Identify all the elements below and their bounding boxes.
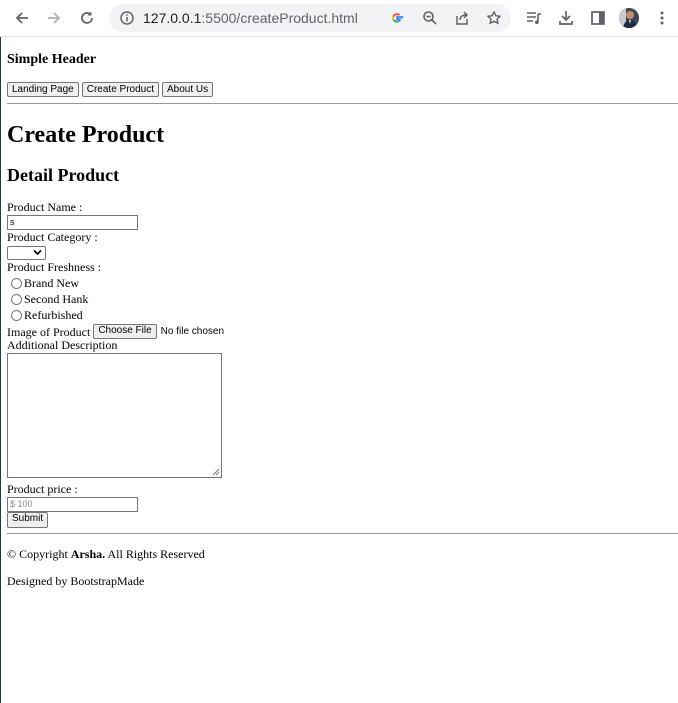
site-info-icon[interactable] — [119, 10, 135, 26]
profile-avatar[interactable] — [619, 8, 639, 28]
product-category-label: Product Category : — [7, 230, 98, 244]
file-status: No file chosen — [160, 325, 225, 337]
nav-landing-page-button[interactable]: Landing Page — [7, 82, 79, 97]
chevron-down-icon — [33, 249, 42, 256]
section-title: Detail Product — [7, 165, 120, 185]
window-edge — [0, 0, 1, 703]
url-host: 127.0.0.1 — [143, 10, 202, 26]
download-icon[interactable] — [554, 6, 578, 30]
side-panel-icon[interactable] — [586, 6, 610, 30]
freshness-option-brand-new[interactable]: Brand New — [11, 276, 79, 290]
media-queue-icon[interactable] — [522, 6, 546, 30]
submit-button[interactable]: Submit — [7, 512, 49, 528]
price-input[interactable]: $ 100 — [7, 497, 138, 512]
nav-bar: Landing Page Create Product About Us — [7, 82, 214, 97]
description-label: Additional Description — [7, 338, 118, 352]
radio-refurbished[interactable] — [11, 309, 22, 321]
radio-brand-new[interactable] — [11, 277, 22, 289]
copyright-suffix: All Rights Reserved — [105, 547, 205, 561]
product-name-input[interactable]: s — [7, 215, 138, 230]
nav-create-product-button[interactable]: Create Product — [81, 82, 159, 97]
image-label: Image of Product — [7, 324, 91, 339]
choose-file-button[interactable]: Choose File — [93, 324, 157, 339]
forward-icon[interactable] — [42, 6, 66, 30]
product-freshness-label: Product Freshness : — [7, 260, 101, 274]
radio-second-hank-label: Second Hank — [24, 292, 89, 306]
site-title: Simple Header — [7, 52, 97, 67]
product-name-label: Product Name : — [7, 200, 83, 214]
footer-divider — [7, 533, 678, 534]
more-menu-icon[interactable] — [650, 6, 674, 30]
price-label: Product price : — [7, 482, 78, 496]
reload-icon[interactable] — [75, 6, 99, 30]
radio-refurbished-label: Refurbished — [24, 308, 83, 322]
url-path: :5500/createProduct.html — [201, 10, 358, 26]
image-upload-row: Image of Product Choose File No file cho… — [7, 324, 224, 339]
share-icon[interactable] — [454, 10, 470, 26]
nav-about-us-button[interactable]: About Us — [162, 82, 214, 97]
address-bar[interactable]: 127.0.0.1:5500/createProduct.html — [109, 4, 511, 32]
freshness-option-second-hank[interactable]: Second Hank — [11, 292, 88, 306]
header-divider — [7, 103, 678, 104]
radio-brand-new-label: Brand New — [24, 276, 79, 290]
freshness-option-refurbished[interactable]: Refurbished — [11, 308, 83, 322]
bookmark-star-icon[interactable] — [486, 10, 502, 26]
copyright-prefix: © Copyright — [7, 547, 71, 561]
resize-handle-icon[interactable] — [212, 468, 220, 476]
product-category-select[interactable] — [7, 246, 46, 260]
back-icon[interactable] — [10, 6, 34, 30]
copyright: © Copyright Arsha. All Rights Reserved — [7, 547, 205, 561]
url-text: 127.0.0.1:5500/createProduct.html — [143, 10, 358, 26]
zoom-out-icon[interactable] — [422, 10, 438, 26]
credits: Designed by BootstrapMade — [7, 574, 145, 588]
google-icon[interactable] — [389, 10, 405, 26]
page-title: Create Product — [7, 122, 165, 148]
description-textarea[interactable] — [7, 353, 222, 478]
browser-toolbar: 127.0.0.1:5500/createProduct.html — [0, 0, 678, 37]
radio-second-hank[interactable] — [11, 293, 22, 305]
copyright-brand: Arsha. — [70, 547, 106, 561]
